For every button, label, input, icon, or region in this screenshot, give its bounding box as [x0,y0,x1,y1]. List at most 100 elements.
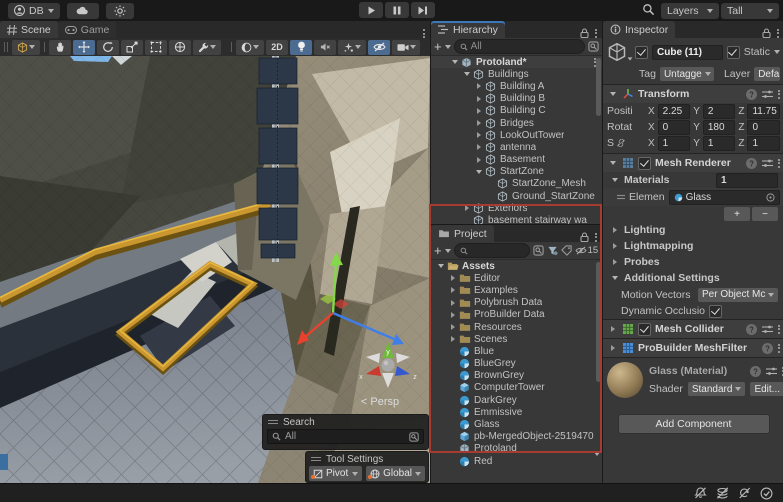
overlay-drag-handle[interactable] [311,457,321,461]
project-item-emmissive[interactable]: Emmissive [431,406,602,418]
rect-tool-button[interactable] [145,40,167,55]
project-item-computertower[interactable]: ComputerTower [431,382,602,394]
mesh-collider-component-header[interactable]: Mesh Collider [603,319,783,338]
play-button[interactable] [359,2,383,18]
hierarchy-item-startzone-mesh[interactable]: StartZone_Mesh [431,178,602,190]
foldout-closed-icon[interactable] [477,144,481,150]
foldout-closed-icon[interactable] [451,324,455,330]
tag-dropdown[interactable]: Untagge [660,67,714,81]
help-icon[interactable] [746,324,757,335]
project-item-examples[interactable]: Examples [431,284,602,296]
scene-menu-kebab-icon[interactable] [423,29,425,38]
foldout-closed-icon[interactable] [451,312,455,318]
tab-hierarchy[interactable]: Hierarchy [431,21,505,38]
help-icon[interactable] [746,89,757,100]
transform-component-header[interactable]: Transform [603,84,783,103]
foldout-open-icon[interactable] [452,60,458,64]
persp-label[interactable]: < Persp [361,396,399,408]
foldout-lightmapping[interactable]: Lightmapping [603,238,783,254]
scene-lighting-toggle[interactable] [290,40,312,55]
project-search-input[interactable] [454,243,530,258]
lock-icon[interactable] [580,232,589,242]
drag-handle-icon[interactable] [617,194,625,200]
presets-icon[interactable] [762,325,773,334]
transform-s-y-field[interactable]: 1 [703,136,736,151]
dynamic-occlusion-checkbox[interactable] [709,305,722,318]
presets-icon[interactable] [762,159,773,168]
pivot-mode-dropdown[interactable]: Pivot [309,466,362,481]
project-item-glass[interactable]: Glass [431,418,602,430]
scene-visibility-toggle[interactable] [368,40,390,55]
tab-inspector[interactable]: Inspector [603,21,675,38]
layout-dropdown[interactable]: Tall [721,3,779,19]
component-enabled-checkbox[interactable] [638,323,651,336]
filter-by-type-icon[interactable] [547,245,558,256]
project-item-protoland[interactable]: Protoland [431,443,602,455]
foldout-closed-icon[interactable] [451,287,455,293]
custom-tools-dropdown[interactable] [193,40,221,55]
hierarchy-create-button[interactable]: + [434,40,442,53]
search-button[interactable] [642,3,655,16]
help-icon[interactable] [750,366,761,377]
chevron-down-icon[interactable] [445,45,451,49]
foldout-closed-icon[interactable] [477,83,481,89]
picker-icon[interactable] [533,245,544,256]
scene-viewport[interactable]: y x z < Persp Search All [0,56,430,483]
layers-dropdown[interactable]: Layers [661,3,719,19]
transform-rotat-y-field[interactable]: 180 [703,120,736,135]
camera-dropdown[interactable] [392,40,420,55]
tab-project[interactable]: Project [431,225,494,242]
component-kebab-icon[interactable] [778,344,780,353]
cloud-sync-disabled-icon[interactable] [738,487,751,499]
draw-mode-dropdown[interactable] [236,40,264,55]
toolbar-grip[interactable] [4,42,8,52]
transform-s-x-field[interactable]: 1 [658,136,691,151]
materials-count-field[interactable]: 1 [716,173,778,188]
gameobject-name-field[interactable]: Cube (11) [652,45,723,60]
notifications-muted-icon[interactable] [694,487,707,499]
project-scrollbar[interactable] [596,262,601,382]
hierarchy-item-startzone[interactable]: StartZone [431,166,602,178]
view-tool-button[interactable] [49,40,71,55]
project-item-darkgrey[interactable]: DarkGrey [431,394,602,406]
shader-dropdown[interactable]: Standard [688,382,746,396]
foldout-closed-icon[interactable] [451,300,455,306]
hierarchy-scrollbar[interactable] [596,58,601,116]
presets-icon[interactable] [762,90,773,99]
hierarchy-item-building-c[interactable]: Building C [431,105,602,117]
tab-scene[interactable]: Scene [0,21,58,38]
materials-foldout[interactable]: Materials 1 [603,172,783,188]
hierarchy-item-ground-startzone[interactable]: Ground_StartZone [431,190,602,202]
hierarchy-item-basement-stairway-wa[interactable]: basement stairway wa [431,214,602,224]
filter-by-label-icon[interactable] [561,245,572,256]
picker-icon[interactable] [588,41,599,52]
shader-edit-button[interactable]: Edit... [750,382,783,396]
foldout-closed-icon[interactable] [477,132,481,138]
presets-icon[interactable] [766,367,777,376]
transform-tool-button[interactable] [169,40,191,55]
project-item-pb-mergedobject-2519470[interactable]: pb-MergedObject-2519470 [431,431,602,443]
foldout-closed-icon[interactable] [477,120,481,126]
hierarchy-item-basement[interactable]: Basement [431,154,602,166]
add-component-button[interactable]: Add Component [618,414,770,434]
transform-rotat-x-field[interactable]: 0 [658,120,691,135]
component-kebab-icon[interactable] [778,90,780,99]
help-icon[interactable] [746,158,757,169]
project-menu-kebab-icon[interactable] [595,233,597,242]
project-item-editor[interactable]: Editor [431,272,602,284]
project-item-probuilder-data[interactable]: ProBuilder Data [431,309,602,321]
project-item-polybrush-data[interactable]: Polybrush Data [431,297,602,309]
foldout-open-icon[interactable] [476,170,482,174]
object-picker-icon[interactable] [766,193,775,202]
chevron-down-icon[interactable] [445,249,451,253]
foldout-probes[interactable]: Probes [603,254,783,270]
account-dropdown[interactable]: DB [8,3,60,19]
audio-toggle-button[interactable] [314,40,336,55]
transform-positi-z-field[interactable]: 11.75 [747,104,780,119]
transform-s-z-field[interactable]: 1 [747,136,780,151]
hierarchy-item-lookouttower[interactable]: LookOutTower [431,129,602,141]
project-item-scenes[interactable]: Scenes [431,333,602,345]
hierarchy-item-protoland[interactable]: Protoland* [431,56,602,68]
collab-disabled-icon[interactable] [716,487,729,499]
foldout-closed-icon[interactable] [477,108,481,114]
